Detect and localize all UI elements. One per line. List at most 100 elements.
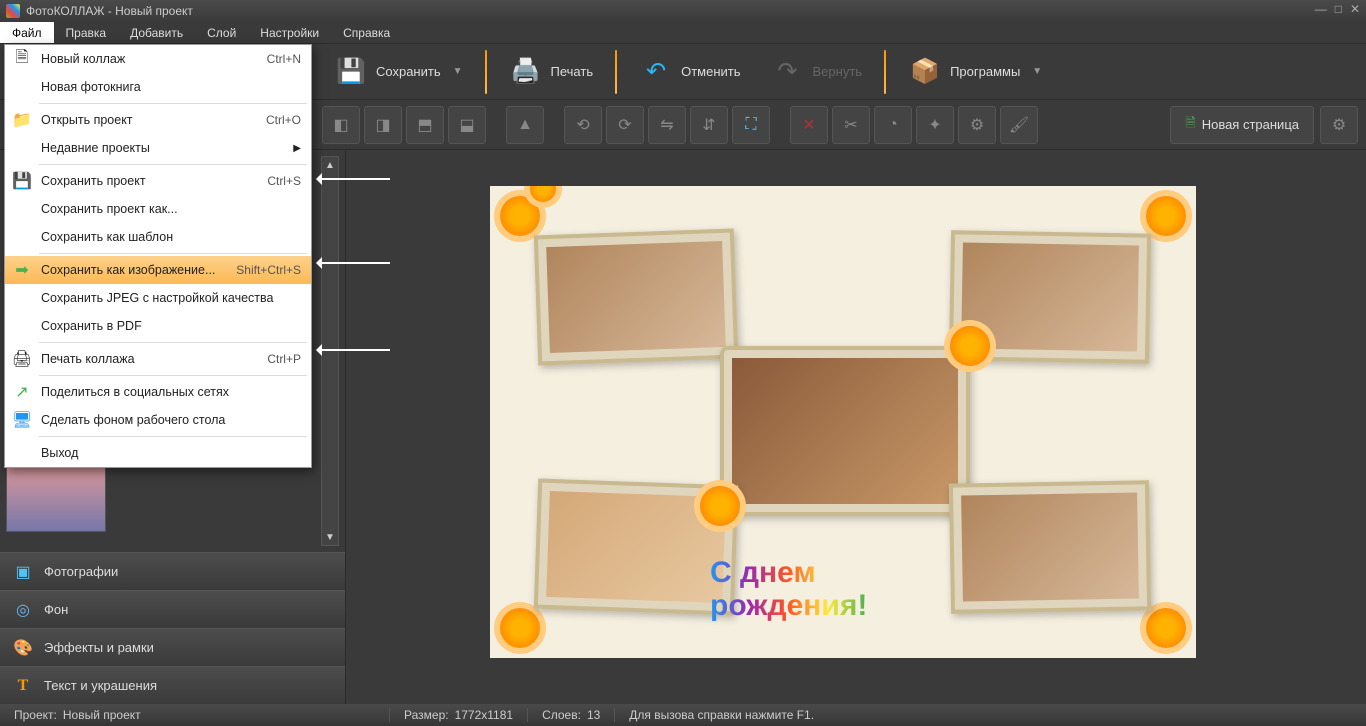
toolbar-programs-label: Программы xyxy=(950,64,1020,79)
page-settings-icon[interactable]: ⚙ xyxy=(1320,106,1358,144)
toolbar-undo[interactable]: ↶ Отменить xyxy=(625,49,754,95)
separator xyxy=(39,375,307,376)
title-bar: ФотоКОЛЛАЖ - Новый проект — □ ✕ xyxy=(0,0,1366,22)
scroll-up-icon[interactable]: ▲ xyxy=(322,157,338,173)
flip-h-icon[interactable]: ⇋ xyxy=(648,106,686,144)
photo-thumbnail[interactable] xyxy=(6,462,106,532)
align-top-icon[interactable]: ⬒ xyxy=(406,106,444,144)
menu-help[interactable]: Справка xyxy=(331,22,402,43)
text-line: рождения! xyxy=(710,589,867,622)
align-left-icon[interactable]: ◧ xyxy=(322,106,360,144)
menu-file[interactable]: Файл xyxy=(0,22,54,43)
menu-layer[interactable]: Слой xyxy=(195,22,248,43)
toolbar-programs[interactable]: 📦 Программы ▼ xyxy=(894,49,1056,95)
shortcut: Ctrl+P xyxy=(267,352,301,366)
accordion-effects[interactable]: 🎨 Эффекты и рамки xyxy=(0,628,345,666)
delete-icon[interactable]: ✕ xyxy=(790,106,828,144)
menu-recent-projects[interactable]: Недавние проекты ▶ xyxy=(5,134,311,162)
menu-save-jpeg[interactable]: Сохранить JPEG с настройкой качества xyxy=(5,284,311,312)
text-line: С днем xyxy=(710,556,867,589)
brush-icon[interactable]: 🖌 xyxy=(1000,106,1038,144)
menu-new-photobook[interactable]: Новая фотокнига xyxy=(5,73,311,101)
flip-v-icon[interactable]: ⇵ xyxy=(690,106,728,144)
menu-label: Недавние проекты xyxy=(41,141,150,155)
photo-frame[interactable] xyxy=(534,229,738,366)
menu-save-pdf[interactable]: Сохранить в PDF xyxy=(5,312,311,340)
menu-label: Сохранить проект как... xyxy=(41,202,178,216)
shortcut: Ctrl+N xyxy=(267,52,301,66)
menu-settings[interactable]: Настройки xyxy=(248,22,331,43)
toolbar-redo[interactable]: ↷ Вернуть xyxy=(757,49,877,95)
menu-save-as-template[interactable]: Сохранить как шаблон xyxy=(5,223,311,251)
separator xyxy=(884,50,886,94)
toolbar-print[interactable]: 🖨️ Печать xyxy=(495,49,608,95)
crop-icon[interactable]: ✂ xyxy=(832,106,870,144)
rotate-left-icon[interactable]: ⟲ xyxy=(564,106,602,144)
color-icon[interactable]: ◔ xyxy=(874,106,912,144)
dropdown-icon[interactable]: ▼ xyxy=(1032,66,1042,77)
toolbar-undo-label: Отменить xyxy=(681,64,740,79)
new-page-label: Новая страница xyxy=(1202,117,1299,132)
rotate-right-icon[interactable]: ⟳ xyxy=(606,106,644,144)
export-icon: ➡ xyxy=(11,259,33,281)
menu-new-collage[interactable]: 🗎 Новый коллаж Ctrl+N xyxy=(5,45,311,73)
separator xyxy=(39,436,307,437)
canvas-area: С днем рождения! xyxy=(346,150,1366,704)
text-icon: T xyxy=(12,675,34,697)
flower-decoration xyxy=(700,486,740,526)
menu-set-wallpaper[interactable]: 🖥 Сделать фоном рабочего стола xyxy=(5,406,311,434)
menu-save-as-image[interactable]: ➡ Сохранить как изображение... Shift+Ctr… xyxy=(5,256,311,284)
app-icon xyxy=(6,4,20,18)
new-page-button[interactable]: 🗎 Новая страница xyxy=(1170,106,1314,144)
menu-save-project[interactable]: 💾 Сохранить проект Ctrl+S xyxy=(5,167,311,195)
accordion-text[interactable]: T Текст и украшения xyxy=(0,666,345,704)
align-bottom-icon[interactable]: ⬓ xyxy=(448,106,486,144)
menu-save-project-as[interactable]: Сохранить проект как... xyxy=(5,195,311,223)
accordion-photos[interactable]: ▣ Фотографии xyxy=(0,552,345,590)
status-project: Проект: Новый проект xyxy=(0,708,390,722)
align-right-icon[interactable]: ◨ xyxy=(364,106,402,144)
window-controls: — □ ✕ xyxy=(1315,2,1360,16)
save-icon: 💾 xyxy=(334,55,368,89)
shortcut: Shift+Ctrl+S xyxy=(236,263,301,277)
menu-edit[interactable]: Правка xyxy=(54,22,119,43)
photo-frame[interactable] xyxy=(949,480,1151,613)
toolbar-print-label: Печать xyxy=(551,64,594,79)
folder-icon: 📁 xyxy=(11,109,33,131)
palette-icon: 🎨 xyxy=(12,637,34,659)
fit-icon[interactable]: ⛶ xyxy=(732,106,770,144)
accordion-background[interactable]: ◎ Фон xyxy=(0,590,345,628)
status-bar: Проект: Новый проект Размер: 1772x1181 С… xyxy=(0,704,1366,726)
menu-exit[interactable]: Выход xyxy=(5,439,311,467)
status-size: Размер: 1772x1181 xyxy=(390,708,528,722)
close-button[interactable]: ✕ xyxy=(1350,2,1360,16)
magic-icon[interactable]: ✦ xyxy=(916,106,954,144)
dropdown-icon[interactable]: ▼ xyxy=(453,66,463,77)
collage-text[interactable]: С днем рождения! xyxy=(710,556,867,622)
shortcut: Ctrl+O xyxy=(266,113,301,127)
scroll-down-icon[interactable]: ▼ xyxy=(322,529,338,545)
accordion-label: Текст и украшения xyxy=(44,678,157,693)
pointer-arrow xyxy=(320,178,390,180)
printer-icon: 🖨️ xyxy=(509,55,543,89)
status-help: Для вызова справки нажмите F1. xyxy=(615,708,828,722)
printer-icon: 🖨 xyxy=(11,348,33,370)
scroll-track[interactable] xyxy=(322,173,338,529)
photo-frame[interactable] xyxy=(720,346,970,516)
scrollbar[interactable]: ▲ ▼ xyxy=(321,156,339,546)
document-icon: 🗎 xyxy=(11,48,33,70)
menu-add[interactable]: Добавить xyxy=(118,22,195,43)
menu-share[interactable]: ↗ Поделиться в социальных сетях xyxy=(5,378,311,406)
menu-open-project[interactable]: 📁 Открыть проект Ctrl+O xyxy=(5,106,311,134)
maximize-button[interactable]: □ xyxy=(1335,2,1342,16)
menu-print-collage[interactable]: 🖨 Печать коллажа Ctrl+P xyxy=(5,345,311,373)
settings-icon[interactable]: ⚙ xyxy=(958,106,996,144)
minimize-button[interactable]: — xyxy=(1315,2,1327,16)
menu-label: Сохранить как изображение... xyxy=(41,263,215,277)
collage-canvas[interactable]: С днем рождения! xyxy=(490,186,1196,658)
toolbar-save[interactable]: 💾 Сохранить ▼ xyxy=(320,49,477,95)
menu-label: Открыть проект xyxy=(41,113,133,127)
bring-forward-icon[interactable]: ▲ xyxy=(506,106,544,144)
separator xyxy=(39,164,307,165)
accordion-label: Эффекты и рамки xyxy=(44,640,154,655)
